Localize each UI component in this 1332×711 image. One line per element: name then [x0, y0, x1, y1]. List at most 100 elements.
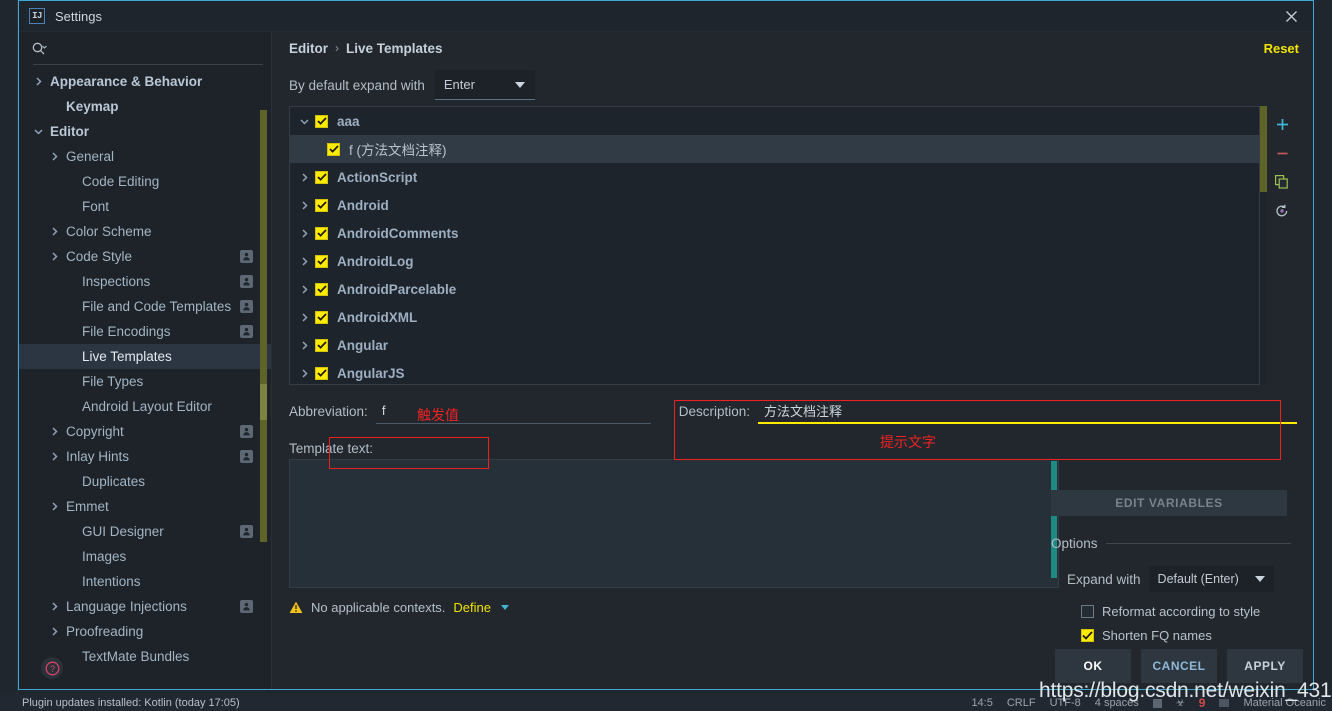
shorten-fq-names-checkbox[interactable]	[1081, 629, 1094, 642]
template-checkbox[interactable]	[315, 114, 328, 128]
chevron-right-icon[interactable]	[49, 626, 61, 638]
file-encoding[interactable]: UTF-8	[1050, 697, 1081, 709]
sidebar-item-images[interactable]: Images	[19, 544, 271, 569]
sidebar-item-appearance-behavior[interactable]: Appearance & Behavior	[19, 69, 271, 94]
apply-button[interactable]: APPLY	[1227, 649, 1303, 683]
edit-variables-button[interactable]: EDIT VARIABLES	[1051, 490, 1287, 516]
template-checkbox[interactable]	[315, 226, 328, 240]
sidebar-item-android-layout-editor[interactable]: Android Layout Editor	[19, 394, 271, 419]
sidebar-item-intentions[interactable]: Intentions	[19, 569, 271, 594]
expand-with-select[interactable]: Default (Enter)	[1148, 566, 1274, 592]
sidebar-item-language-injections[interactable]: Language Injections	[19, 594, 271, 619]
remove-icon[interactable]	[1270, 141, 1294, 165]
chevron-right-icon[interactable]	[299, 284, 315, 295]
help-icon[interactable]: ?	[41, 657, 63, 679]
template-checkbox[interactable]	[315, 282, 328, 296]
sidebar-item-general[interactable]: General	[19, 144, 271, 169]
sidebar-item-emmet[interactable]: Emmet	[19, 494, 271, 519]
breadcrumb-parent[interactable]: Editor	[289, 41, 328, 56]
template-group-row[interactable]: Angular	[290, 331, 1259, 359]
copy-icon[interactable]	[1270, 170, 1294, 194]
chevron-right-icon[interactable]	[49, 226, 61, 238]
chevron-right-icon[interactable]	[49, 601, 61, 613]
sidebar-item-editor[interactable]: Editor	[19, 119, 271, 144]
reformat-checkbox-row[interactable]: Reformat according to style	[1081, 604, 1260, 619]
ok-button[interactable]: OK	[1055, 649, 1131, 683]
sidebar-item-file-types[interactable]: File Types	[19, 369, 271, 394]
sidebar-item-keymap[interactable]: Keymap	[19, 94, 271, 119]
template-checkbox[interactable]	[315, 310, 328, 324]
template-checkbox[interactable]	[315, 198, 328, 212]
sidebar-scrollbar-track[interactable]	[260, 110, 267, 542]
template-checkbox[interactable]	[315, 366, 328, 380]
line-separator[interactable]: CRLF	[1007, 697, 1036, 709]
error-count-badge[interactable]: 9	[1199, 696, 1206, 710]
theme-name[interactable]: Material Oceanic	[1243, 697, 1326, 709]
caret-position[interactable]: 14:5	[971, 697, 992, 709]
chevron-right-icon[interactable]	[299, 200, 315, 211]
template-group-row[interactable]: AngularJS	[290, 359, 1259, 384]
template-checkbox[interactable]	[315, 170, 328, 184]
revert-icon[interactable]	[1270, 199, 1294, 223]
template-text-editor[interactable]	[289, 459, 1059, 588]
sidebar-item-color-scheme[interactable]: Color Scheme	[19, 219, 271, 244]
sidebar-item-proofreading[interactable]: Proofreading	[19, 619, 271, 644]
chevron-down-icon[interactable]	[299, 116, 315, 127]
sidebar-item-file-encodings[interactable]: File Encodings	[19, 319, 271, 344]
abbreviation-input[interactable]	[375, 398, 564, 424]
chevron-down-icon[interactable]	[501, 605, 509, 610]
template-list-scrollbar-thumb[interactable]	[1260, 106, 1267, 192]
description-input[interactable]	[757, 398, 1297, 424]
template-group-row[interactable]: aaa	[290, 107, 1259, 135]
cancel-button[interactable]: CANCEL	[1141, 649, 1217, 683]
close-icon[interactable]	[1269, 1, 1313, 32]
sidebar-item-inlay-hints[interactable]: Inlay Hints	[19, 444, 271, 469]
shorten-fq-names-checkbox-row[interactable]: Shorten FQ names	[1081, 628, 1212, 643]
chevron-right-icon[interactable]	[299, 340, 315, 351]
sidebar-scrollbar-thumb[interactable]	[260, 384, 267, 420]
define-link[interactable]: Define	[453, 600, 491, 615]
sidebar-item-code-editing[interactable]: Code Editing	[19, 169, 271, 194]
default-expand-select[interactable]: Enter	[434, 70, 535, 100]
chevron-down-icon[interactable]	[33, 126, 45, 138]
lock-icon[interactable]	[1152, 698, 1162, 708]
chevron-right-icon[interactable]	[49, 251, 61, 263]
chevron-right-icon[interactable]	[49, 451, 61, 463]
template-group-row[interactable]: ActionScript	[290, 163, 1259, 191]
template-item-row[interactable]: f (方法文档注释)	[290, 135, 1259, 163]
sidebar-item-code-style[interactable]: Code Style	[19, 244, 271, 269]
template-checkbox[interactable]	[315, 338, 328, 352]
chevron-right-icon[interactable]	[299, 172, 315, 183]
sidebar-item-copyright[interactable]: Copyright	[19, 419, 271, 444]
reset-link[interactable]: Reset	[1264, 41, 1299, 56]
template-group-row[interactable]: Android	[290, 191, 1259, 219]
template-group-row[interactable]: AndroidLog	[290, 247, 1259, 275]
add-icon[interactable]	[1270, 112, 1294, 136]
chevron-right-icon[interactable]	[299, 228, 315, 239]
sidebar-item-live-templates[interactable]: Live Templates	[19, 344, 271, 369]
template-group-row[interactable]: AndroidXML	[290, 303, 1259, 331]
sidebar-search-row[interactable]	[19, 32, 271, 65]
sidebar-item-font[interactable]: Font	[19, 194, 271, 219]
memory-indicator-icon[interactable]	[1219, 699, 1230, 707]
bug-icon[interactable]: ☣	[1176, 698, 1185, 709]
sidebar-item-inspections[interactable]: Inspections	[19, 269, 271, 294]
indent-size[interactable]: 4 spaces	[1095, 697, 1139, 709]
template-checkbox[interactable]	[327, 142, 340, 156]
sidebar-item-duplicates[interactable]: Duplicates	[19, 469, 271, 494]
sidebar-item-gui-designer[interactable]: GUI Designer	[19, 519, 271, 544]
reformat-checkbox[interactable]	[1081, 605, 1094, 618]
chevron-right-icon[interactable]	[49, 501, 61, 513]
sidebar-item-file-and-code-templates[interactable]: File and Code Templates	[19, 294, 271, 319]
chevron-right-icon[interactable]	[299, 368, 315, 379]
template-list-scrollbar-track[interactable]	[1260, 106, 1267, 385]
chevron-right-icon[interactable]	[299, 256, 315, 267]
chevron-right-icon[interactable]	[49, 426, 61, 438]
template-group-row[interactable]: AndroidParcelable	[290, 275, 1259, 303]
chevron-right-icon[interactable]	[299, 312, 315, 323]
template-group-row[interactable]: AndroidComments	[290, 219, 1259, 247]
chevron-right-icon[interactable]	[49, 151, 61, 163]
template-checkbox[interactable]	[315, 254, 328, 268]
chevron-right-icon[interactable]	[33, 76, 45, 88]
